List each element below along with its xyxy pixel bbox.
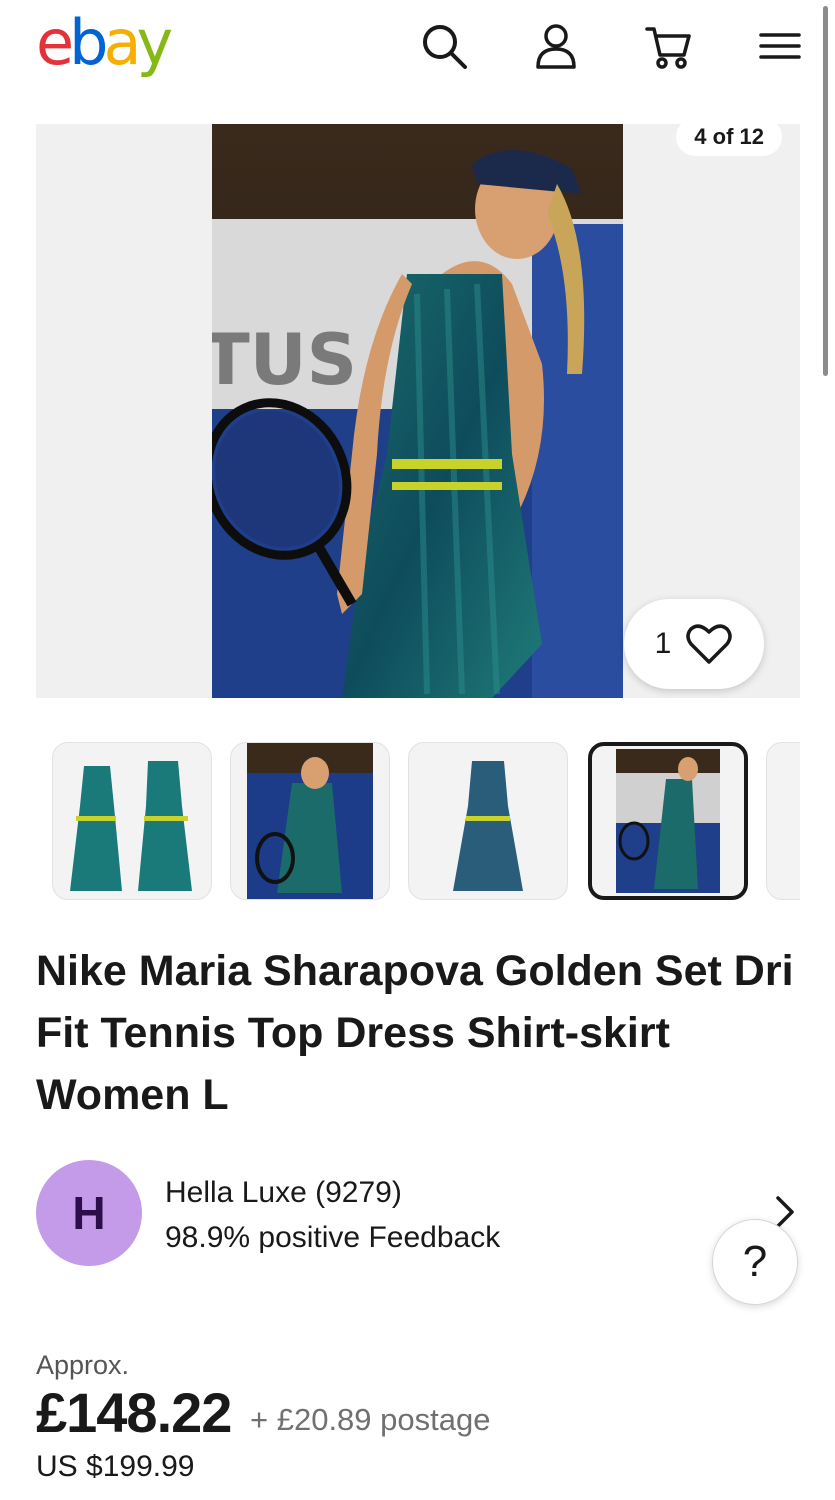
help-button[interactable]: ? — [712, 1219, 798, 1305]
account-icon[interactable] — [530, 20, 582, 72]
menu-icon[interactable] — [754, 20, 806, 72]
price-amount: £148.22 — [36, 1381, 232, 1444]
ebay-logo[interactable]: ebay — [36, 12, 173, 74]
svg-text:TUS: TUS — [212, 319, 357, 401]
thumbnail-2[interactable] — [230, 742, 390, 900]
logo-letter-a: a — [103, 6, 142, 79]
logo-letter-e: e — [36, 6, 74, 79]
search-icon[interactable] — [418, 20, 470, 72]
watch-count: 1 — [654, 627, 672, 660]
approx-label: Approx. — [36, 1350, 130, 1380]
thumbnail-1[interactable] — [52, 742, 212, 900]
thumbnail-5[interactable] — [766, 742, 800, 900]
seller-avatar[interactable]: H — [36, 1160, 142, 1266]
price-usd: US $199.99 — [36, 1450, 195, 1483]
seller-name[interactable]: Hella Luxe (9279) — [165, 1176, 402, 1210]
header-bar: ebay — [0, 0, 835, 96]
cart-icon[interactable] — [642, 20, 694, 72]
thumbnail-4[interactable] — [588, 742, 748, 900]
watch-button[interactable]: 1 — [624, 599, 764, 689]
image-counter: 4 of 12 — [676, 118, 782, 156]
logo-letter-y: y — [136, 6, 174, 79]
logo-letter-b: b — [69, 6, 108, 79]
seller-feedback: 98.9% positive Feedback — [165, 1221, 501, 1254]
product-photo: TUS — [212, 124, 623, 698]
thumbnail-strip[interactable] — [52, 740, 800, 902]
postage-cost: + £20.89 postage — [250, 1402, 491, 1437]
thumbnail-3[interactable] — [408, 742, 568, 900]
main-product-image[interactable]: TUS 4 of 12 1 — [36, 118, 800, 698]
heart-icon — [686, 624, 733, 664]
page-scrollbar[interactable] — [823, 6, 828, 376]
listing-title: Nike Maria Sharapova Golden Set Dri Fit … — [36, 947, 794, 1119]
